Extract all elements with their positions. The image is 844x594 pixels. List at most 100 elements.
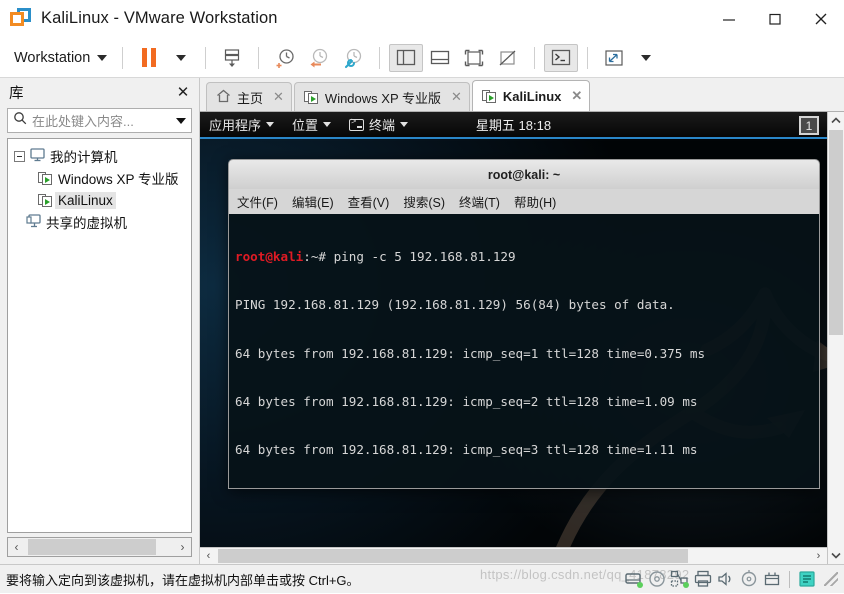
tree-item-label: Windows XP 专业版 [58,168,179,188]
maximize-button[interactable] [752,0,798,38]
tree-item-label: 共享的虚拟机 [46,212,127,232]
device-status-icons [624,569,840,589]
tab-windows-xp[interactable]: Windows XP 专业版 ✕ [294,82,470,111]
hard-disk-icon[interactable] [624,569,644,589]
terminal-line: PING 192.168.81.129 (192.168.81.129) 56(… [235,297,813,313]
close-icon[interactable]: ✕ [571,88,582,104]
stretch-view-dropdown[interactable] [631,44,661,72]
message-log-icon[interactable] [797,569,817,589]
vm-icon [304,91,319,104]
toolbar-separator [205,47,206,69]
chevron-down-icon [400,122,408,127]
library-search-box[interactable]: 在此处键入内容... [7,108,192,133]
status-bar: 要将输入定向到该虚拟机，请在虚拟机内部单击或按 Ctrl+G。 https://… [0,564,844,593]
pause-vm-button[interactable] [132,44,166,72]
library-panel-icon [396,49,416,66]
tree-item-label: 我的计算机 [50,146,118,166]
cd-dvd-icon[interactable] [647,569,667,589]
resize-grip[interactable] [824,572,838,586]
scroll-left-icon[interactable]: ‹ [8,540,25,554]
pause-dropdown-button[interactable] [166,44,196,72]
search-input[interactable]: 在此处键入内容... [32,111,171,130]
tree-item-kalilinux[interactable]: KaliLinux [8,189,191,211]
tree-item-my-computer[interactable]: 我的计算机 [8,145,191,167]
window-list-terminal[interactable]: 终端 [340,112,417,138]
shell-prompt-user: root@kali [235,249,303,264]
menu-file[interactable]: 文件(F) [237,192,278,211]
manage-snapshot-button[interactable] [215,44,249,72]
sidebar-horizontal-scrollbar[interactable]: ‹ › [7,537,192,557]
tree-item-shared-vms[interactable]: 共享的虚拟机 [8,211,191,233]
status-separator [789,571,790,588]
printer-icon[interactable] [693,569,713,589]
minimize-button[interactable] [706,0,752,38]
menu-help[interactable]: 帮助(H) [514,192,556,211]
scroll-right-icon[interactable]: › [174,540,191,554]
close-icon[interactable]: ✕ [451,89,462,105]
scrollbar-thumb[interactable] [829,130,843,335]
show-thumbnail-bar-button[interactable] [423,44,457,72]
menu-terminal[interactable]: 终端(T) [459,192,500,211]
console-terminal-icon [551,49,571,66]
places-menu-label: 位置 [292,115,318,134]
tab-label: 主页 [237,88,263,107]
terminal-line: 64 bytes from 192.168.81.129: icmp_seq=2… [235,394,813,410]
menu-edit[interactable]: 编辑(E) [292,192,334,211]
menu-view[interactable]: 查看(V) [348,192,390,211]
terminal-icon [349,119,364,131]
revert-snapshot-button[interactable] [302,44,336,72]
scroll-right-icon[interactable]: › [810,550,827,562]
close-icon[interactable]: ✕ [273,89,284,105]
workspace-switcher[interactable]: 1 [799,116,819,135]
console-view-button[interactable] [544,44,578,72]
sound-card-icon[interactable] [716,569,736,589]
thumbnail-bar-icon [430,49,450,66]
close-button[interactable] [798,0,844,38]
scroll-left-icon[interactable]: ‹ [200,550,217,562]
terminal-output-area[interactable]: root@kali:~# ping -c 5 192.168.81.129 PI… [228,214,820,489]
network-adapter-icon[interactable] [670,569,690,589]
snapshot-manager-button[interactable] [336,44,370,72]
vm-icon [38,172,53,185]
shared-vm-icon [26,214,41,231]
show-library-button[interactable] [389,44,423,72]
unity-mode-icon [498,49,518,67]
shell-prompt-path: :~# [303,249,333,264]
search-icon [13,111,27,130]
menu-search[interactable]: 搜索(S) [403,192,445,211]
library-sidebar: 库 ✕ 在此处键入内容... 我的计算机 Windows XP 专业版 [0,78,200,564]
vm-guest-screen[interactable]: 应用程序 位置 终端 星期五 18:18 1 [200,112,827,547]
vm-horizontal-scrollbar[interactable]: ‹ › [200,547,827,564]
collapse-icon[interactable] [14,151,25,162]
scrollbar-thumb[interactable] [218,549,688,563]
vm-icon [38,194,53,207]
vm-console-frame: 应用程序 位置 终端 星期五 18:18 1 [200,111,844,564]
scroll-down-icon[interactable] [828,547,844,564]
tab-label: Windows XP 专业版 [325,88,441,107]
clock[interactable]: 星期五 18:18 [476,115,551,134]
terminal-line: 64 bytes from 192.168.81.129: icmp_seq=1… [235,346,813,362]
vm-library-tree[interactable]: 我的计算机 Windows XP 专业版 KaliLinux 共享的虚拟机 [7,138,192,533]
stretch-view-button[interactable] [597,44,631,72]
usb-device-icon[interactable] [739,569,759,589]
chevron-down-icon [176,55,186,61]
workstation-menu-button[interactable]: Workstation [12,47,113,69]
tab-label: KaliLinux [503,89,562,104]
take-snapshot-button[interactable] [268,44,302,72]
removable-device-icon[interactable] [762,569,782,589]
full-screen-button[interactable] [457,44,491,72]
chevron-down-icon [97,55,107,61]
snapshot-manage-icon [221,47,243,69]
menu-places[interactable]: 位置 [283,112,340,138]
unity-mode-button[interactable] [491,44,525,72]
tab-home[interactable]: 主页 ✕ [206,82,292,111]
scrollbar-thumb[interactable] [28,539,156,555]
tree-item-windows-xp[interactable]: Windows XP 专业版 [8,167,191,189]
chevron-down-icon[interactable] [176,118,186,124]
scroll-up-icon[interactable] [828,112,844,129]
vm-vertical-scrollbar[interactable] [827,112,844,564]
menu-applications[interactable]: 应用程序 [200,112,283,138]
close-icon[interactable]: ✕ [175,83,191,101]
tab-kalilinux[interactable]: KaliLinux ✕ [472,80,590,111]
terminal-window[interactable]: root@kali: ~ 文件(F) 编辑(E) 查看(V) 搜索(S) 终端(… [228,159,820,489]
